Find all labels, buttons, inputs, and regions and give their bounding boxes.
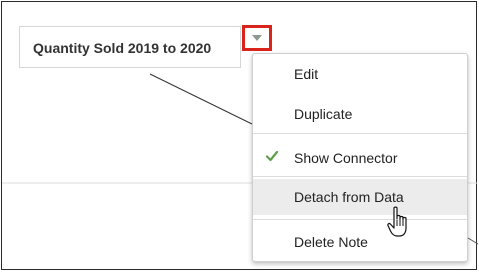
menu-separator [253,133,467,134]
menu-separator [253,219,467,220]
menu-item-label: Delete Note [294,234,368,250]
menu-separator [253,176,467,177]
note-title: Quantity Sold 2019 to 2020 [33,40,212,56]
menu-item-label: Edit [294,66,319,82]
menu-item-label: Show Connector [294,150,398,166]
menu-item-label: Detach from Data [294,189,404,205]
note-connector-line [149,73,253,125]
menu-item-delete-note[interactable]: Delete Note [253,224,467,260]
menu-item-show-connector[interactable]: Show Connector [253,140,467,176]
checkmark-icon [265,149,279,166]
note-menu-dropdown-button[interactable] [242,25,272,51]
note-box[interactable]: Quantity Sold 2019 to 2020 [19,26,241,68]
menu-item-duplicate[interactable]: Duplicate [253,96,467,132]
menu-item-label: Duplicate [294,106,353,122]
chart-line [467,237,479,245]
hand-pointer-cursor-icon [387,206,407,237]
note-context-menu: Edit Duplicate Show Connector Detach fro… [252,53,468,262]
menu-item-edit[interactable]: Edit [253,56,467,92]
menu-item-detach-from-data[interactable]: Detach from Data [253,179,467,215]
chevron-down-icon [252,35,262,41]
